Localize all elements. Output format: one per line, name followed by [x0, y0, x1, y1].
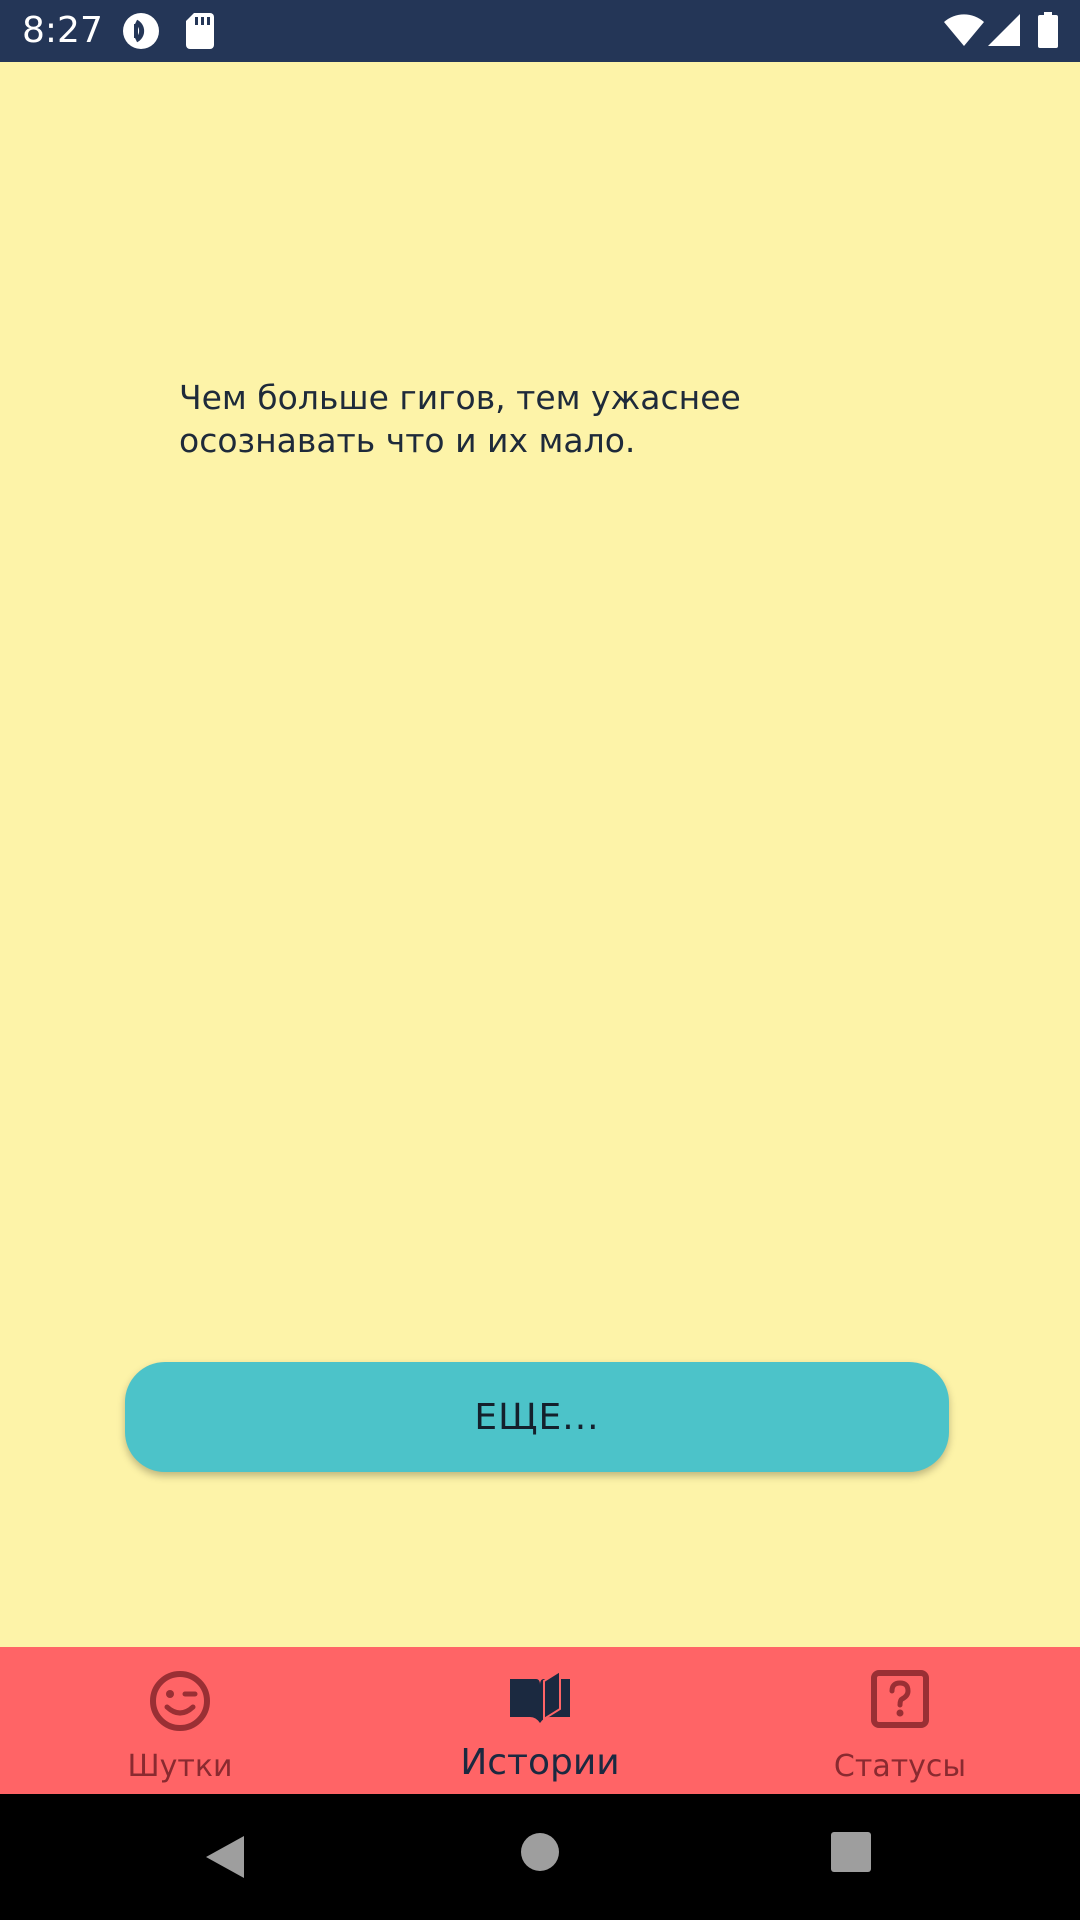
- system-navigation-bar: [0, 1794, 1080, 1920]
- story-text: Чем больше гигов, тем ужаснее осознавать…: [179, 378, 741, 460]
- nav-item-stories[interactable]: Истории: [360, 1647, 720, 1794]
- nav-item-jokes[interactable]: Шутки: [0, 1647, 360, 1794]
- status-bar: 8:27: [0, 0, 1080, 62]
- question-box-icon: [870, 1669, 930, 1733]
- recents-icon[interactable]: [831, 1832, 871, 1876]
- nav-label-stories: Истории: [460, 1742, 620, 1783]
- nav-label-jokes: Шутки: [127, 1749, 233, 1784]
- status-time: 8:27: [22, 10, 103, 51]
- app-screen: 8:27 Чем больше гигов, тем ужаснее осозн…: [0, 0, 1080, 1920]
- wifi-icon: [944, 14, 984, 50]
- more-button-label: ЕЩЕ...: [474, 1396, 600, 1438]
- bottom-navigation: Шутки Истории Статусы: [0, 1647, 1080, 1794]
- smile-icon: [148, 1669, 212, 1737]
- sd-card-icon: [186, 13, 214, 53]
- pocket-casts-icon: [122, 12, 160, 54]
- battery-icon: [1038, 12, 1058, 52]
- home-icon[interactable]: [520, 1832, 560, 1876]
- signal-icon: [988, 14, 1020, 50]
- more-button[interactable]: ЕЩЕ...: [125, 1362, 949, 1472]
- nav-label-statuses: Статусы: [833, 1749, 967, 1784]
- nav-item-statuses[interactable]: Статусы: [720, 1647, 1080, 1794]
- book-icon: [508, 1669, 572, 1731]
- back-icon[interactable]: [204, 1834, 246, 1884]
